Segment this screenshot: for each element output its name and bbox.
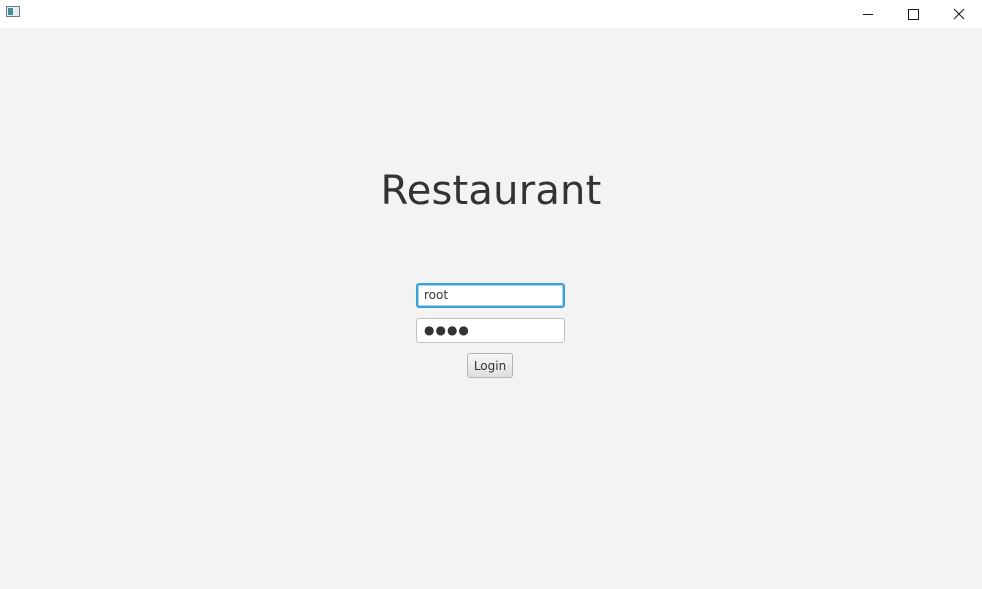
app-window: Restaurant root ●●●● Login (0, 0, 982, 589)
close-icon (953, 8, 965, 20)
close-button[interactable] (936, 0, 982, 28)
password-input[interactable]: ●●●● (416, 318, 565, 343)
username-input[interactable]: root (416, 283, 565, 308)
login-button[interactable]: Login (467, 353, 513, 378)
minimize-button[interactable] (845, 0, 891, 28)
page-title: Restaurant (380, 168, 602, 214)
maximize-button[interactable] (890, 0, 936, 28)
title-bar[interactable] (0, 0, 982, 28)
minimize-icon (863, 13, 873, 15)
app-window-icon (6, 6, 20, 17)
maximize-icon (907, 8, 919, 20)
